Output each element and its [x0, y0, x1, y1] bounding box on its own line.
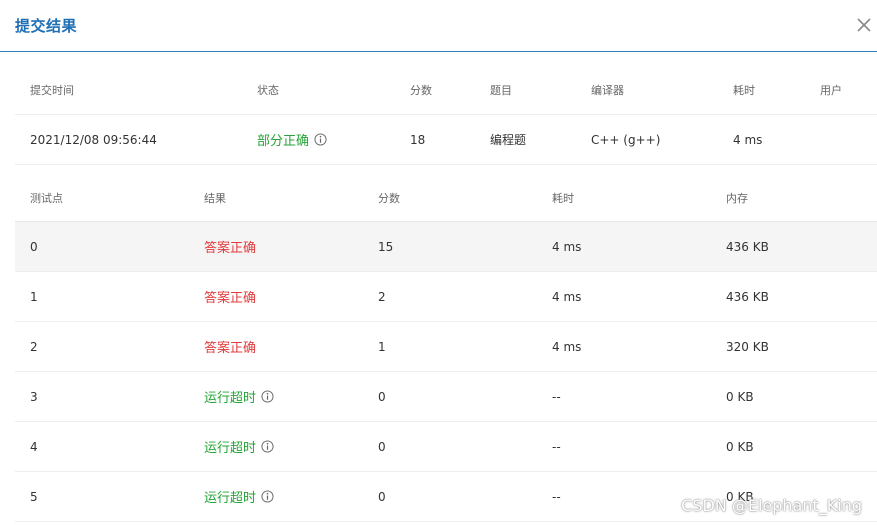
test-result: 答案正确	[204, 272, 256, 321]
test-row: 3 运行超时 0 -- 0 KB	[15, 372, 877, 422]
info-icon[interactable]	[314, 133, 327, 146]
test-time: --	[552, 439, 561, 454]
test-results-table: 测试点 结果 分数 耗时 内存 0 答案正确 15 4 ms 436 KB 1 答案正确 2 4…	[15, 174, 877, 522]
test-result: 答案正确	[204, 322, 256, 371]
test-row: 0 答案正确 15 4 ms 436 KB	[15, 222, 877, 272]
test-id: 5	[30, 489, 38, 504]
submission-header-row: 提交时间 状态 分数 题目 编译器 耗时 用户	[15, 66, 877, 115]
test-id: 1	[30, 289, 38, 304]
header-memory: 内存	[726, 191, 748, 205]
test-header-row: 测试点 结果 分数 耗时 内存	[15, 174, 877, 222]
test-id: 4	[30, 439, 38, 454]
close-button[interactable]	[851, 12, 877, 38]
test-id: 0	[30, 239, 38, 254]
test-result-label: 运行超时	[204, 391, 257, 406]
header-user: 用户	[820, 84, 842, 97]
test-result[interactable]: 运行超时	[204, 372, 274, 421]
watermark: CSDN @Elephant_King	[681, 496, 862, 515]
header-problem: 题目	[490, 84, 512, 97]
test-time: 4 ms	[552, 239, 582, 254]
test-memory: 436 KB	[726, 239, 769, 254]
test-row: 1 答案正确 2 4 ms 436 KB	[15, 272, 877, 322]
test-score: 1	[378, 339, 386, 354]
header-compiler: 编译器	[591, 84, 624, 97]
info-icon[interactable]	[261, 390, 274, 403]
test-result-label: 答案正确	[204, 241, 257, 256]
header-score: 分数	[410, 84, 432, 97]
header-result: 结果	[204, 191, 226, 205]
test-id: 3	[30, 389, 38, 404]
info-icon[interactable]	[261, 490, 274, 503]
test-time: --	[552, 489, 561, 504]
test-score: 0	[378, 389, 386, 404]
header-test-score: 分数	[378, 191, 400, 205]
submission-row: 2021/12/08 09:56:44 部分正确 18 编程题 C++ (g++…	[15, 115, 877, 165]
test-time: 4 ms	[552, 289, 582, 304]
test-row: 4 运行超时 0 -- 0 KB	[15, 422, 877, 472]
test-id: 2	[30, 339, 38, 354]
test-score: 2	[378, 289, 386, 304]
submission-status[interactable]: 部分正确	[257, 115, 327, 164]
test-row: 2 答案正确 1 4 ms 320 KB	[15, 322, 877, 372]
test-time: --	[552, 389, 561, 404]
test-memory: 436 KB	[726, 289, 769, 304]
submission-duration: 4 ms	[733, 132, 763, 147]
submit-time: 2021/12/08 09:56:44	[30, 132, 157, 147]
header-status: 状态	[257, 84, 279, 97]
test-memory: 0 KB	[726, 439, 754, 454]
close-icon	[857, 18, 871, 32]
info-icon[interactable]	[261, 440, 274, 453]
header-duration: 耗时	[733, 84, 755, 97]
test-score: 0	[378, 439, 386, 454]
submission-compiler: C++ (g++)	[591, 132, 661, 147]
test-time: 4 ms	[552, 339, 582, 354]
modal-title: 提交结果	[15, 17, 78, 35]
test-result-label: 运行超时	[204, 491, 257, 506]
submission-table: 提交时间 状态 分数 题目 编译器 耗时 用户 2021/12/08 09:56…	[15, 66, 877, 165]
submission-score: 18	[410, 132, 426, 147]
test-score: 0	[378, 489, 386, 504]
test-result: 答案正确	[204, 222, 256, 271]
header-test-time: 耗时	[552, 191, 574, 205]
test-result-label: 答案正确	[204, 291, 257, 306]
status-label: 部分正确	[257, 134, 310, 149]
submission-problem[interactable]: 编程题	[490, 115, 526, 164]
modal-header: 提交结果	[0, 0, 877, 52]
test-result-label: 答案正确	[204, 341, 257, 356]
header-submit-time: 提交时间	[30, 84, 74, 97]
test-result[interactable]: 运行超时	[204, 472, 274, 521]
test-result[interactable]: 运行超时	[204, 422, 274, 471]
header-test-id: 测试点	[30, 191, 63, 205]
test-memory: 0 KB	[726, 389, 754, 404]
test-memory: 320 KB	[726, 339, 769, 354]
test-score: 15	[378, 239, 394, 254]
test-result-label: 运行超时	[204, 441, 257, 456]
